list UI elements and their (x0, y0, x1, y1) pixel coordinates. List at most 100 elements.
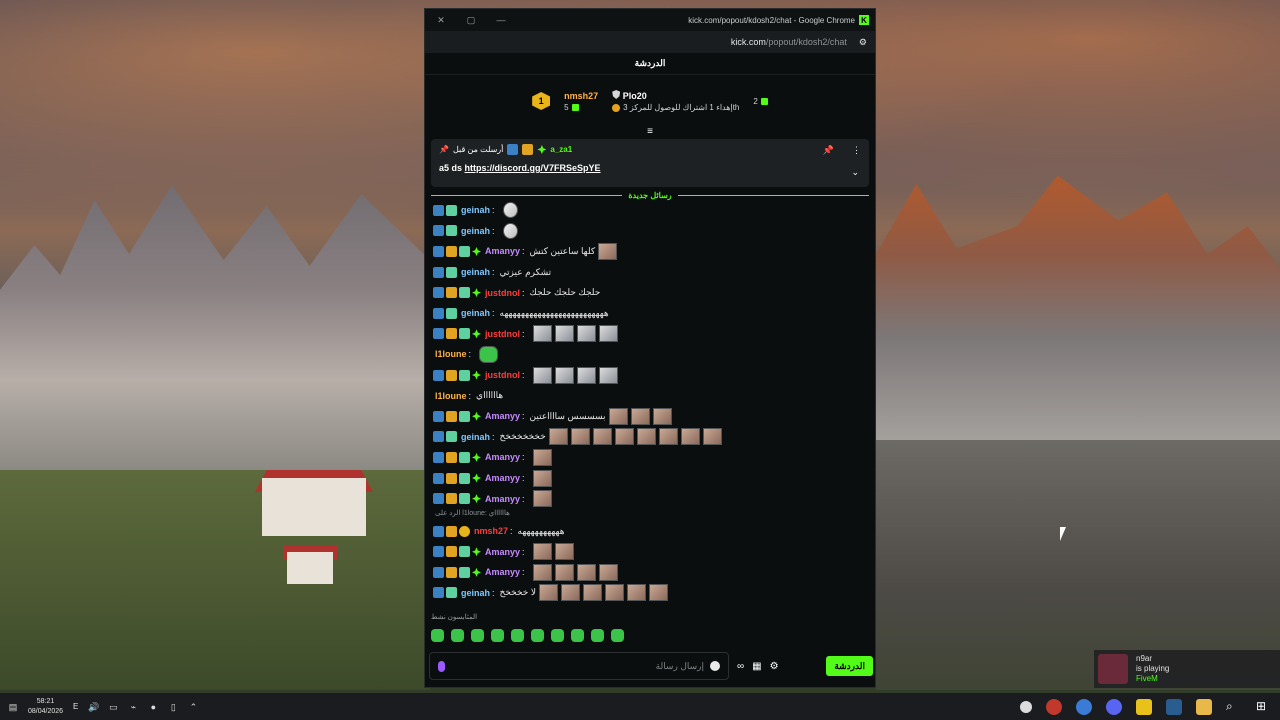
emote[interactable] (608, 407, 628, 425)
steam-app-icon[interactable] (1166, 698, 1182, 715)
quick-emote[interactable] (491, 629, 504, 642)
emote[interactable] (658, 428, 678, 446)
pinned-message[interactable]: 📌 أرسلت من قبل a_za1 a5 ds https://disco… (431, 139, 869, 187)
emoji-icon[interactable] (710, 661, 720, 671)
emote[interactable] (554, 543, 574, 561)
chat-message[interactable]: Amanyy: (425, 562, 875, 583)
chat-username[interactable]: justdnol (485, 329, 520, 339)
emote[interactable] (636, 428, 656, 446)
emote[interactable] (532, 563, 552, 581)
emote[interactable] (479, 345, 499, 363)
store-icon[interactable]: ▦ (752, 661, 761, 672)
emote[interactable] (680, 428, 700, 446)
emote[interactable] (576, 563, 596, 581)
quick-emote[interactable] (471, 629, 484, 642)
unpin-icon[interactable]: 📌 (823, 145, 834, 156)
emote[interactable] (598, 325, 618, 343)
quick-emote[interactable] (611, 629, 624, 642)
chat-message[interactable]: Amanyy: (425, 542, 875, 563)
search-icon[interactable]: ⌕ (1226, 699, 1242, 715)
chat-username[interactable]: l1loune (435, 391, 467, 401)
emote[interactable] (582, 584, 602, 602)
url-text[interactable]: kick.com/popout/kdosh2/chat (731, 37, 847, 47)
emote[interactable] (598, 366, 618, 384)
emote[interactable] (554, 325, 574, 343)
emote[interactable] (614, 428, 634, 446)
pinned-link[interactable]: https://discord.gg/V7FRSeSpYE (465, 163, 601, 173)
sort-icon[interactable]: ≡ (425, 127, 875, 137)
display-icon[interactable]: ▭ (108, 702, 118, 712)
obs-app-icon[interactable] (1020, 700, 1032, 713)
chat-username[interactable]: Amanyy (485, 547, 520, 557)
chat-username[interactable]: geinah (461, 432, 490, 442)
clock[interactable]: 58:21 08/04/2026 (28, 697, 63, 717)
chat-message[interactable]: nmsh27: ههههههههههه (425, 521, 875, 542)
microphone-icon[interactable] (438, 660, 445, 672)
emote[interactable] (532, 325, 552, 343)
chat-username[interactable]: Amanyy (485, 411, 520, 421)
pinned-user[interactable]: a_za1 (550, 145, 572, 154)
emote[interactable] (502, 222, 518, 239)
steam-notification[interactable]: n9ar is playing FiveM (1094, 650, 1280, 688)
close-icon[interactable]: ✕ (435, 15, 447, 26)
emote[interactable] (604, 584, 624, 602)
chevron-down-icon[interactable]: ⌄ (851, 167, 859, 178)
chat-message[interactable]: Amanyy: بسسسس سااااعتين (425, 406, 875, 427)
chat-message[interactable]: geinah: هههههههههههههههههههههههههه (425, 303, 875, 324)
chat-message[interactable]: geinah: (425, 200, 875, 221)
quick-emote[interactable] (511, 629, 524, 642)
chat-username[interactable]: Amanyy (485, 473, 520, 483)
emote[interactable] (630, 407, 650, 425)
mic-tray-icon[interactable]: ● (148, 702, 158, 712)
more-icon[interactable]: ⋮ (852, 145, 861, 156)
chat-message[interactable]: l1loune: (425, 344, 875, 365)
emote[interactable] (538, 584, 558, 602)
chat-message[interactable]: geinah: لا خخخخخ (425, 583, 875, 604)
emote[interactable] (570, 428, 590, 446)
chat-message[interactable]: geinah: تشكرم عيزتي (425, 262, 875, 283)
chat-message[interactable]: geinah: (425, 221, 875, 242)
chat-message[interactable]: justdnol: حلجك حلجك حلجك (425, 282, 875, 303)
emote[interactable] (648, 584, 668, 602)
chat-username[interactable]: geinah (461, 588, 490, 598)
recorder-app-icon[interactable] (1046, 698, 1062, 715)
chat-username[interactable]: geinah (461, 226, 490, 236)
emote[interactable] (532, 448, 552, 466)
emote[interactable] (652, 407, 672, 425)
chat-message[interactable]: Amanyy: (425, 488, 875, 509)
emote[interactable] (598, 563, 618, 581)
emote[interactable] (502, 202, 518, 219)
send-button[interactable]: الدردشة (826, 656, 873, 676)
network-icon[interactable]: ⌁ (128, 702, 138, 712)
notification-center-icon[interactable]: ▤ (8, 702, 18, 712)
quick-emote[interactable] (451, 629, 464, 642)
chat-message[interactable]: geinah: خخخخخخخخ (425, 427, 875, 448)
leader-second[interactable]: Plo20 إهداء 1 اشتراك للوصول للمركز 3th (612, 90, 739, 112)
chat-username[interactable]: nmsh27 (474, 526, 508, 536)
language-indicator[interactable]: E (73, 702, 78, 711)
emote[interactable] (576, 325, 596, 343)
chat-input[interactable]: إرسال رسالة (429, 652, 729, 680)
reply-preview[interactable]: الرد على l1loune: هااااااي (425, 509, 875, 521)
chat-message[interactable]: Amanyy: كلها ساعتين كتش (425, 241, 875, 262)
emote[interactable] (598, 242, 618, 260)
quick-emote[interactable] (531, 629, 544, 642)
volume-icon[interactable]: 🔊 (88, 702, 99, 712)
emote[interactable] (548, 428, 568, 446)
emote[interactable] (576, 366, 596, 384)
chat-message[interactable]: justdnol: (425, 365, 875, 386)
rockstar-app-icon[interactable] (1136, 698, 1152, 715)
emote[interactable] (532, 366, 552, 384)
chat-username[interactable]: Amanyy (485, 567, 520, 577)
chat-message[interactable]: Amanyy: (425, 468, 875, 489)
chat-username[interactable]: justdnol (485, 370, 520, 380)
chat-username[interactable]: justdnol (485, 288, 520, 298)
windows-start-icon[interactable]: ⊞ (1256, 699, 1272, 715)
gear-icon[interactable]: ⚙ (770, 661, 779, 672)
chat-username[interactable]: Amanyy (485, 246, 520, 256)
file-explorer-icon[interactable] (1196, 698, 1212, 715)
chat-username[interactable]: Amanyy (485, 494, 520, 504)
chrome-app-icon[interactable] (1076, 698, 1092, 715)
emote[interactable] (702, 428, 722, 446)
emote[interactable] (554, 366, 574, 384)
